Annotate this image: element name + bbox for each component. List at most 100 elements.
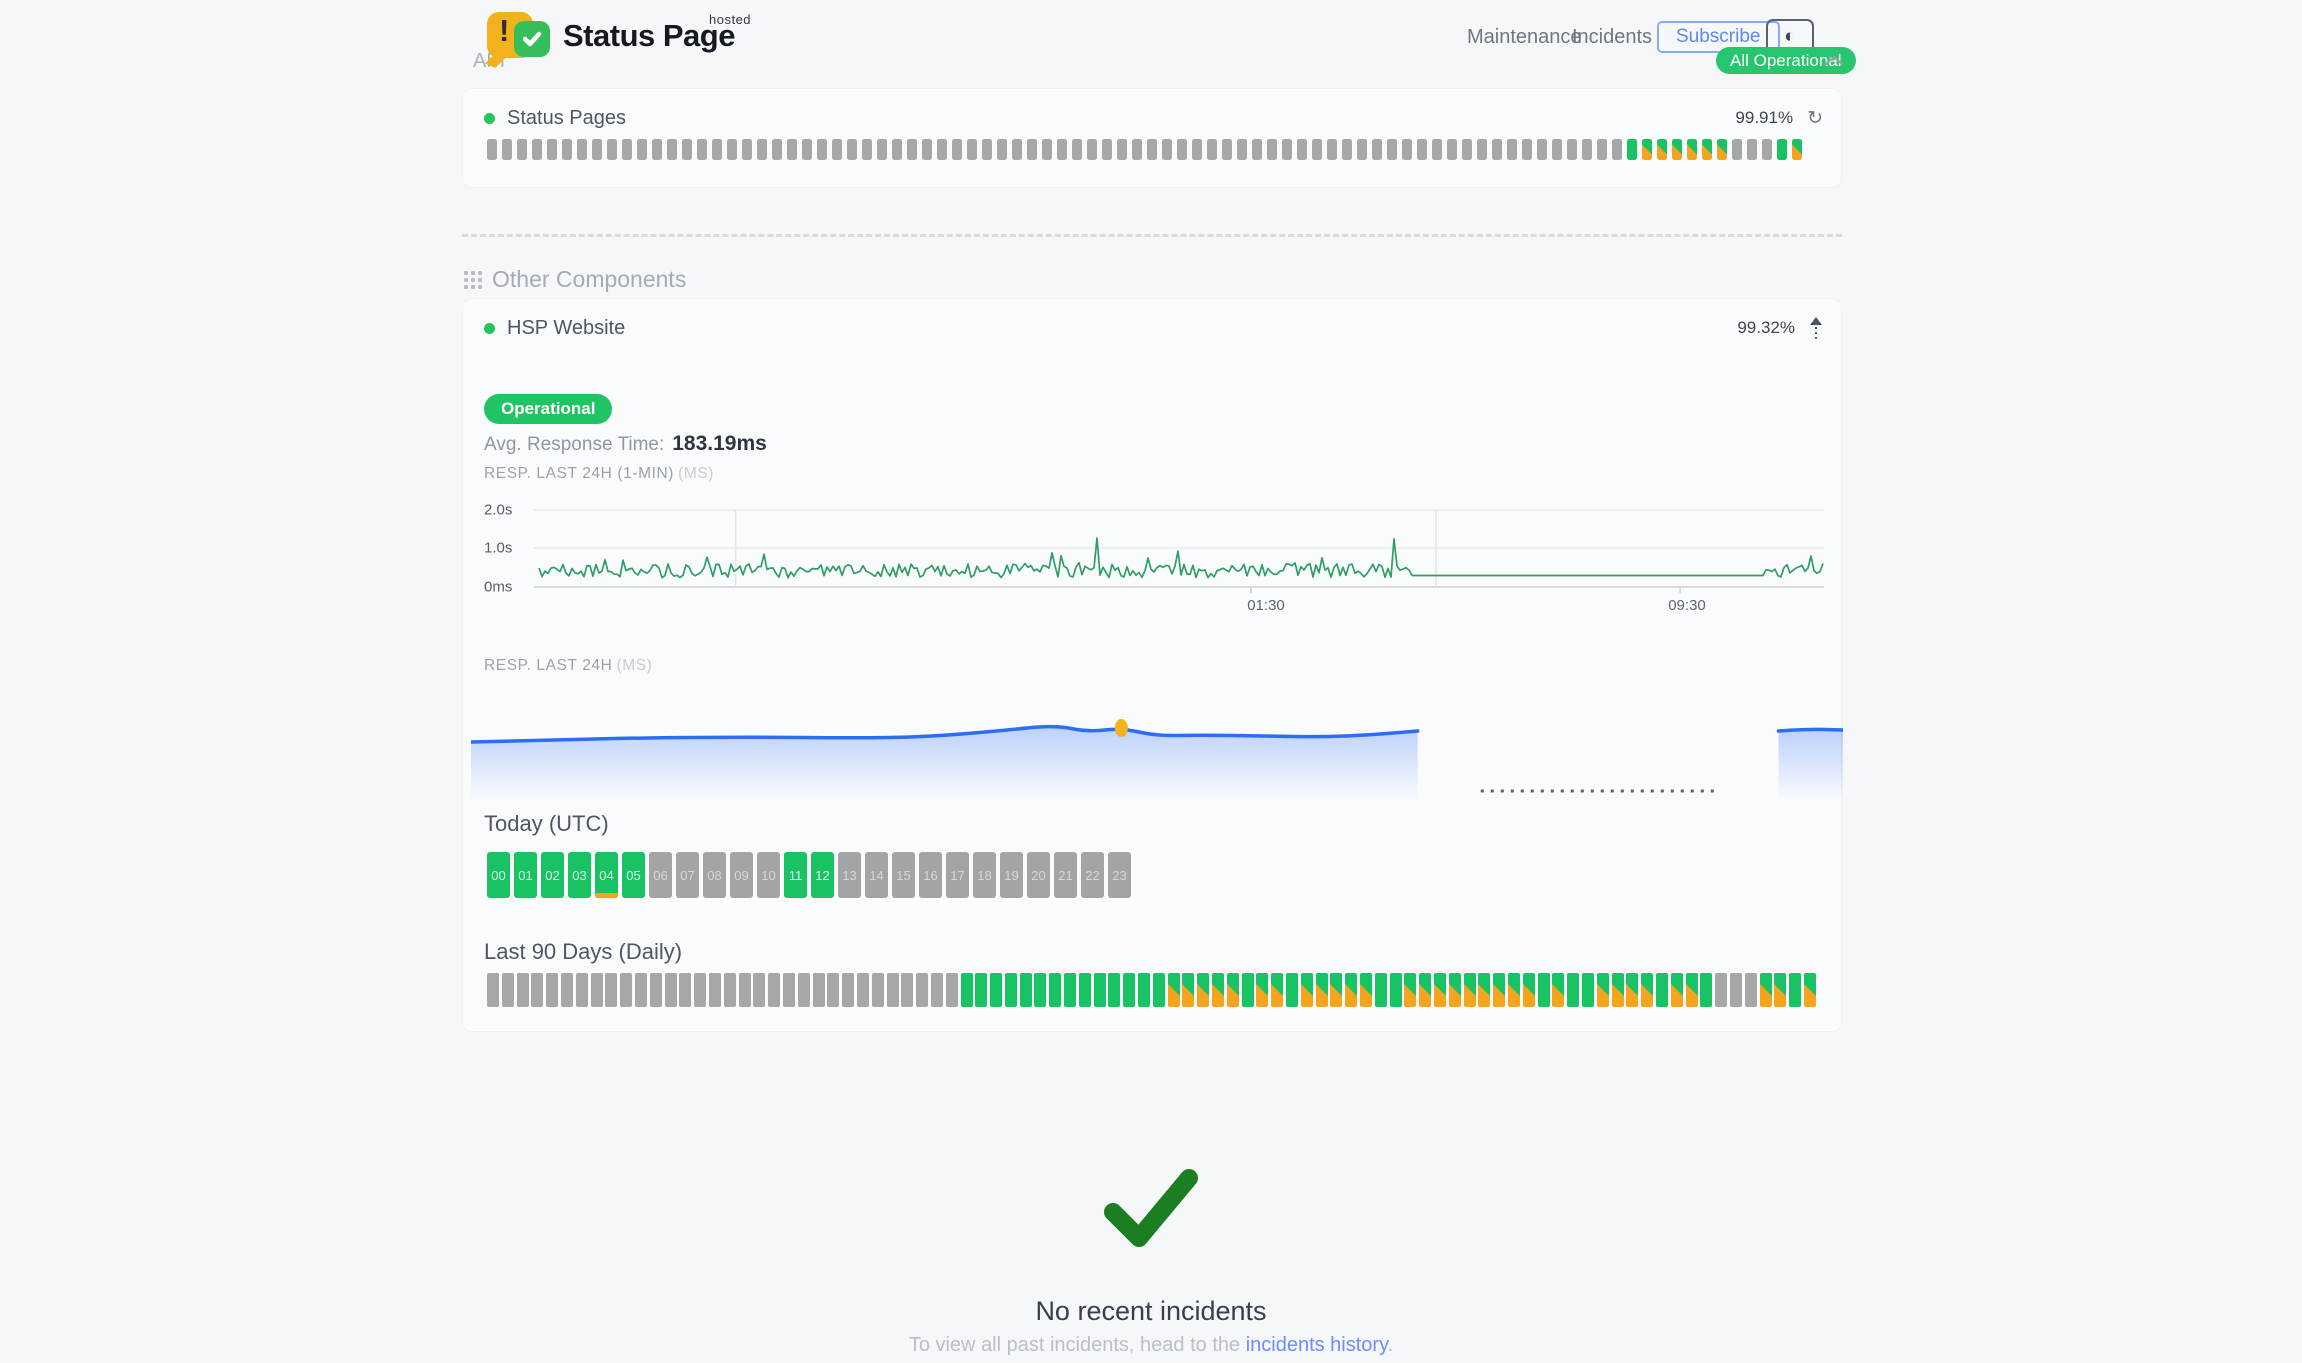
day-block xyxy=(1419,973,1431,1007)
day-block xyxy=(1286,973,1298,1007)
today-heading: Today (UTC) xyxy=(484,811,609,837)
y-tick-1s: 1.0s xyxy=(484,540,526,557)
uptime-bar xyxy=(1747,139,1757,160)
day-block xyxy=(1330,973,1342,1007)
day-block xyxy=(827,973,839,1007)
day-block xyxy=(1582,973,1594,1007)
chart1-label: RESP. LAST 24H (1-MIN)(MS) xyxy=(484,465,714,483)
day-block xyxy=(487,973,499,1007)
hour-block: 07 xyxy=(676,852,699,898)
day-block xyxy=(1523,973,1535,1007)
uptime-bar xyxy=(487,139,497,160)
hour-block: 19 xyxy=(1000,852,1023,898)
hour-block: 13 xyxy=(838,852,861,898)
chart1-unit: (MS) xyxy=(678,465,714,482)
response-area-chart xyxy=(471,694,1843,819)
chart1-label-text: RESP. LAST 24H (1-MIN) xyxy=(484,465,674,482)
uptime-bar xyxy=(1207,139,1217,160)
day-block xyxy=(650,973,662,1007)
day-block xyxy=(887,973,899,1007)
uptime-bar xyxy=(1627,139,1637,160)
day-block xyxy=(724,973,736,1007)
uptime-bar xyxy=(502,139,512,160)
incidents-history-link[interactable]: incidents history xyxy=(1246,1334,1388,1356)
day-block xyxy=(1049,973,1061,1007)
uptime-bar xyxy=(532,139,542,160)
day-block xyxy=(1360,973,1372,1007)
day-block xyxy=(576,973,588,1007)
uptime-bar xyxy=(727,139,737,160)
uptime-bar xyxy=(937,139,947,160)
uptime-bar xyxy=(1117,139,1127,160)
nav-incidents[interactable]: Incidents xyxy=(1572,26,1652,49)
uptime-bar xyxy=(1522,139,1532,160)
chart2-label: RESP. LAST 24H(MS) xyxy=(484,657,652,675)
day-block xyxy=(872,973,884,1007)
day-block xyxy=(1715,973,1727,1007)
day-block xyxy=(1094,973,1106,1007)
day-block xyxy=(1686,973,1698,1007)
uptime-bar xyxy=(1012,139,1022,160)
uptime-bar xyxy=(1732,139,1742,160)
day-block xyxy=(1760,973,1772,1007)
uptime-bar xyxy=(892,139,902,160)
uptime-bar xyxy=(1192,139,1202,160)
day-block xyxy=(1552,973,1564,1007)
day-block xyxy=(1464,973,1476,1007)
day-block xyxy=(635,973,647,1007)
day-block xyxy=(931,973,943,1007)
day-block xyxy=(1612,973,1624,1007)
day-block xyxy=(1774,973,1786,1007)
api-status-card: Status Pages 99.91% ↻ xyxy=(462,88,1842,188)
day-block xyxy=(665,973,677,1007)
day-block xyxy=(694,973,706,1007)
uptime-bar xyxy=(817,139,827,160)
uptime-bar xyxy=(1057,139,1067,160)
nav-maintenance[interactable]: Maintenance xyxy=(1467,26,1582,49)
incidents-subtitle: To view all past incidents, head to the … xyxy=(0,1334,2302,1357)
collapse-api-chevron-icon[interactable] xyxy=(1824,53,1844,71)
day-block xyxy=(901,973,913,1007)
day-block xyxy=(1597,973,1609,1007)
refresh-icon[interactable]: ↻ xyxy=(1807,109,1823,128)
uptime-bar xyxy=(1327,139,1337,160)
uptime-bar xyxy=(622,139,632,160)
hour-block: 03 xyxy=(568,852,591,898)
hour-block: 12 xyxy=(811,852,834,898)
day-block xyxy=(1197,973,1209,1007)
logo-superscript: hosted xyxy=(709,12,751,27)
uptime-bar xyxy=(922,139,932,160)
big-check-icon xyxy=(1095,1158,1207,1263)
component-name: HSP Website xyxy=(507,317,625,340)
uptime-bar xyxy=(1492,139,1502,160)
day-block xyxy=(1020,973,1032,1007)
other-components-header: Other Components xyxy=(464,266,686,293)
uptime-bar xyxy=(967,139,977,160)
daily-uptime-bars xyxy=(487,973,1816,1007)
component-status-dot xyxy=(484,113,495,124)
chart2-label-text: RESP. LAST 24H xyxy=(484,657,612,674)
uptime-bar xyxy=(562,139,572,160)
uptime-bar xyxy=(547,139,557,160)
uptime-bar xyxy=(772,139,782,160)
today-hour-blocks: 0001020304050607080910111213141516171819… xyxy=(487,852,1131,898)
uptime-bar xyxy=(1687,139,1697,160)
response-line-chart: 2.0s 1.0s 0ms 01:30 09:30 xyxy=(484,495,1831,625)
day-block xyxy=(620,973,632,1007)
uptime-bar xyxy=(1297,139,1307,160)
avg-response-line: Avg. Response Time:183.19ms xyxy=(484,432,767,456)
hour-block: 11 xyxy=(784,852,807,898)
uptime-bar xyxy=(952,139,962,160)
day-block xyxy=(1656,973,1668,1007)
uptime-bar xyxy=(742,139,752,160)
chart2-unit: (MS) xyxy=(616,657,652,674)
logo-exclamation-icon: ! xyxy=(499,13,509,49)
uptime-bar xyxy=(667,139,677,160)
uptime-bar xyxy=(1072,139,1082,160)
day-block xyxy=(1789,973,1801,1007)
day-block xyxy=(709,973,721,1007)
hour-block: 22 xyxy=(1081,852,1104,898)
uptime-bar xyxy=(1402,139,1412,160)
uptime-bar xyxy=(1792,139,1802,160)
day-block xyxy=(1227,973,1239,1007)
